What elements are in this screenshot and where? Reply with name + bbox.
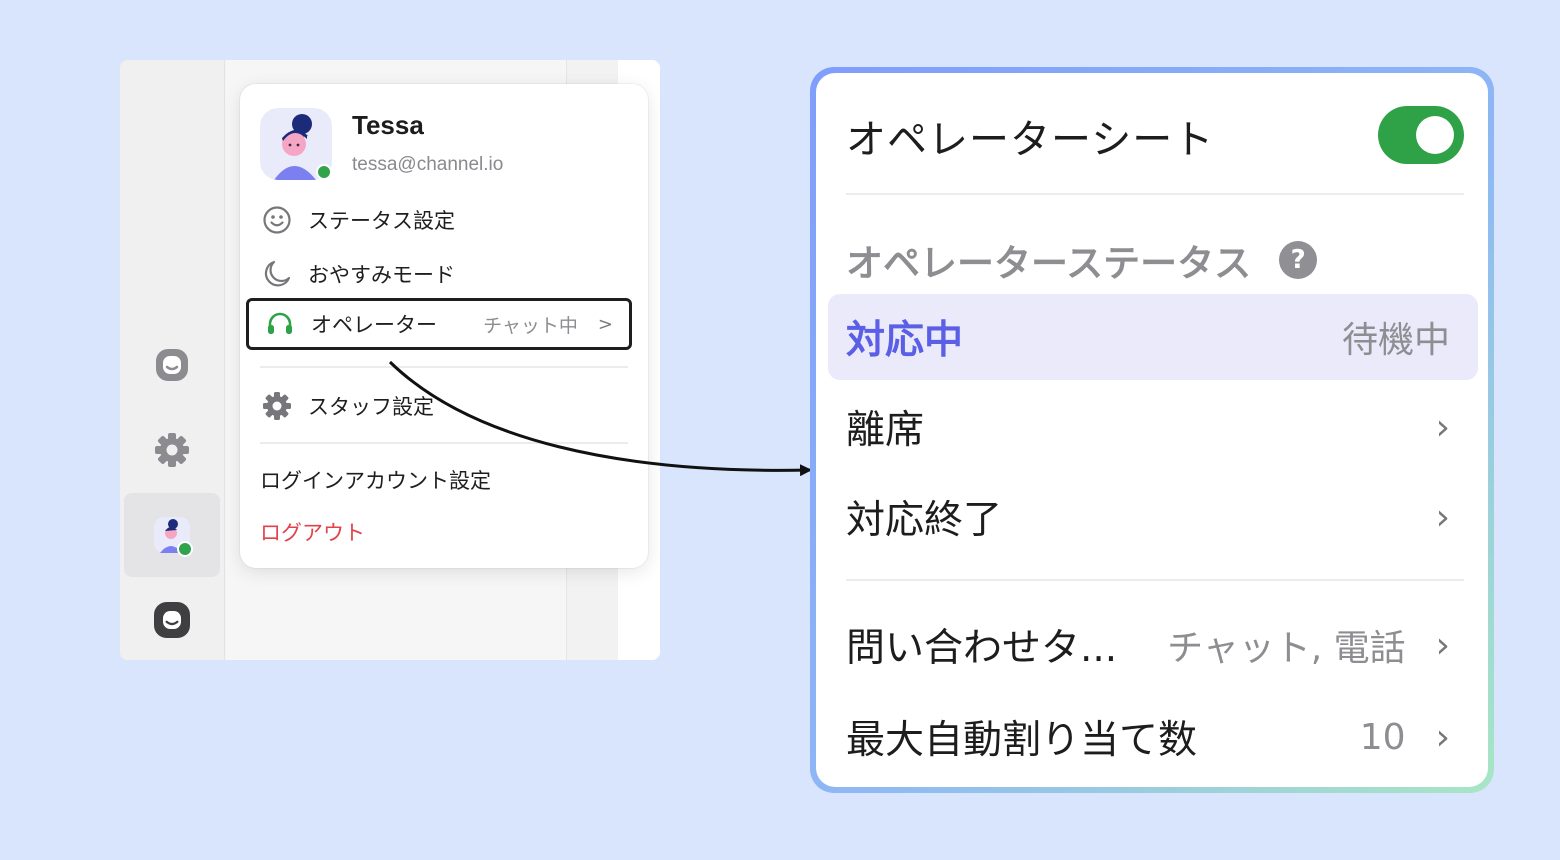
- chevron-right-icon: ›: [1435, 716, 1450, 758]
- setting-label: 問い合わせタ...: [846, 626, 1118, 671]
- help-icon[interactable]: ?: [1279, 241, 1318, 279]
- chevron-right-icon: ›: [1435, 496, 1450, 538]
- divider: [846, 193, 1464, 195]
- toggle-knob: [1416, 116, 1454, 154]
- status-label: 対応中: [846, 318, 964, 363]
- operator-sheet-toggle[interactable]: [1378, 106, 1464, 164]
- section-header: オペレーターステータス ?: [846, 233, 1318, 287]
- chevron-right-icon: ›: [1435, 624, 1450, 666]
- operator-sheet-panel: オペレーターシート オペレーターステータス ? 対応中 待機中 離席 › 対応終…: [816, 73, 1488, 787]
- panel-title: オペレーターシート: [846, 117, 1215, 163]
- setting-value: 10: [1359, 716, 1406, 758]
- chevron-right-icon: ›: [1435, 406, 1450, 448]
- status-label: 離席: [846, 408, 925, 453]
- setting-label: 最大自動割り当て数: [846, 718, 1198, 763]
- divider: [846, 579, 1464, 581]
- status-row-away[interactable]: 離席 ›: [828, 384, 1478, 470]
- status-substate[interactable]: 待機中: [1342, 311, 1450, 363]
- section-label: オペレーターステータス: [846, 242, 1252, 285]
- zoom-panel-frame: オペレーターシート オペレーターステータス ? 対応中 待機中 離席 › 対応終…: [810, 67, 1494, 793]
- status-row-active[interactable]: 対応中 待機中: [828, 294, 1478, 380]
- status-row-offline[interactable]: 対応終了 ›: [828, 474, 1478, 560]
- setting-value: チャット, 電話: [1167, 628, 1406, 669]
- setting-row-max-auto-assign[interactable]: 最大自動割り当て数 10 ›: [828, 694, 1478, 780]
- setting-row-inquiry-types[interactable]: 問い合わせタ... チャット, 電話 ›: [828, 602, 1478, 688]
- status-label: 対応終了: [846, 498, 1003, 543]
